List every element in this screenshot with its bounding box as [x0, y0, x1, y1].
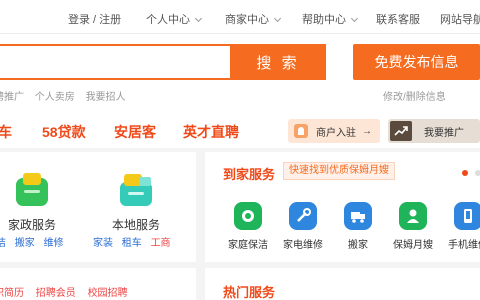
- customer-service-link[interactable]: 联系客服: [376, 11, 420, 27]
- service-link[interactable]: 工商: [151, 238, 171, 249]
- home-service-moving[interactable]: 搬家: [329, 202, 387, 251]
- service-local[interactable]: 本地服务: [96, 170, 176, 233]
- hot-service-card: 热门服务: [205, 268, 480, 300]
- personal-center-label: 个人中心: [146, 14, 190, 26]
- housekeeping-icon: [12, 170, 52, 210]
- home-service-label: 搬家: [348, 240, 368, 251]
- chevron-down-icon: [194, 14, 203, 23]
- site-nav-menu[interactable]: 网站导航: [440, 11, 480, 27]
- trend-up-icon: [390, 121, 412, 141]
- category-bar: 车 58贷款 安居客 英才直聘 商户入驻 → 我要推广: [0, 114, 480, 148]
- service-title: 本地服务: [111, 218, 160, 232]
- merchant-join-label: 商户入驻: [316, 127, 356, 139]
- recruit-links: 职简历 招聘会员 校园招聘: [0, 284, 137, 299]
- hot-link[interactable]: 聘推广: [0, 92, 24, 103]
- service-link[interactable]: 家装: [93, 238, 113, 249]
- category-zhipin[interactable]: 英才直聘: [183, 122, 239, 142]
- chevron-down-icon: [273, 14, 282, 23]
- edit-delete-link[interactable]: 修改/删除信息: [383, 88, 446, 103]
- phone-repair-icon: [454, 202, 480, 230]
- personal-center-menu[interactable]: 个人中心: [146, 11, 203, 27]
- merchant-center-menu[interactable]: 商家中心: [225, 11, 282, 27]
- hot-link[interactable]: 我要招人: [86, 92, 126, 103]
- home-service-title: 到家服务: [223, 167, 276, 182]
- promote-button[interactable]: 我要推广: [388, 119, 480, 143]
- help-center-menu[interactable]: 帮助中心: [302, 11, 359, 27]
- home-service-nanny[interactable]: 保姆月嫂: [384, 202, 442, 251]
- local-service-links: 家装 租车 工商: [93, 234, 177, 249]
- services-card: 家政服务 本地服务 洁 搬家 维修 家装 租车 工商: [0, 152, 196, 262]
- home-service-phone[interactable]: 手机维修: [439, 202, 480, 251]
- recruit-link[interactable]: 招聘会员: [36, 288, 76, 299]
- category-loan[interactable]: 58贷款: [42, 122, 86, 142]
- top-nav: 登录 / 注册 个人中心 商家中心 帮助中心 联系客服 网站导航: [0, 0, 480, 34]
- service-housekeeping[interactable]: 家政服务: [0, 170, 72, 233]
- home-service-label: 手机维修: [448, 240, 480, 251]
- search-input[interactable]: [0, 46, 230, 78]
- search-area: 搜 索 免费发布信息 聘推广 个人卖房 我要招人 修改/删除信息: [0, 34, 480, 114]
- service-link[interactable]: 维修: [44, 238, 64, 249]
- service-link[interactable]: 租车: [122, 238, 142, 249]
- home-service-label: 家庭保洁: [228, 240, 268, 251]
- promote-label: 我要推广: [424, 127, 464, 139]
- cleaning-icon: [234, 202, 262, 230]
- home-service-card: 到家服务 快速找到优质保姆月嫂 家庭保洁 家电维修 搬家 保姆月嫂 手机维修: [205, 152, 480, 262]
- recruit-link[interactable]: 校园招聘: [88, 288, 128, 299]
- arrow-right-icon: →: [362, 125, 372, 137]
- help-center-label: 帮助中心: [302, 14, 346, 26]
- appliance-repair-icon: [289, 202, 317, 230]
- hot-search-links: 聘推广 个人卖房 我要招人: [0, 88, 134, 103]
- local-service-icon: [116, 170, 156, 210]
- carousel-dot[interactable]: [475, 170, 480, 176]
- login-register-link[interactable]: 登录 / 注册: [68, 11, 121, 27]
- category-anjuke[interactable]: 安居客: [114, 122, 156, 142]
- service-link[interactable]: 搬家: [15, 238, 35, 249]
- home-service-tag[interactable]: 快速找到优质保姆月嫂: [283, 162, 395, 180]
- home-service-label: 家电维修: [283, 240, 323, 251]
- housekeeping-links: 洁 搬家 维修: [0, 234, 70, 249]
- home-service-cleaning[interactable]: 家庭保洁: [219, 202, 277, 251]
- home-service-label: 保姆月嫂: [393, 240, 433, 251]
- post-info-button[interactable]: 免费发布信息: [353, 44, 480, 80]
- store-icon: [294, 124, 308, 138]
- merchant-center-label: 商家中心: [225, 14, 269, 26]
- search-box: 搜 索: [0, 44, 326, 80]
- carousel-dot-active[interactable]: [462, 170, 468, 176]
- nanny-icon: [399, 202, 427, 230]
- merchant-join-button[interactable]: 商户入驻 →: [288, 119, 380, 143]
- recruit-link[interactable]: 职简历: [0, 288, 24, 299]
- moving-truck-icon: [344, 202, 372, 230]
- category-car[interactable]: 车: [0, 122, 12, 142]
- chevron-down-icon: [350, 14, 359, 23]
- home-service-appliance[interactable]: 家电维修: [274, 202, 332, 251]
- hot-service-title: 热门服务: [223, 285, 276, 300]
- service-link[interactable]: 洁: [0, 238, 6, 249]
- hot-link[interactable]: 个人卖房: [35, 92, 75, 103]
- search-button[interactable]: 搜 索: [230, 44, 326, 80]
- service-title: 家政服务: [7, 218, 56, 232]
